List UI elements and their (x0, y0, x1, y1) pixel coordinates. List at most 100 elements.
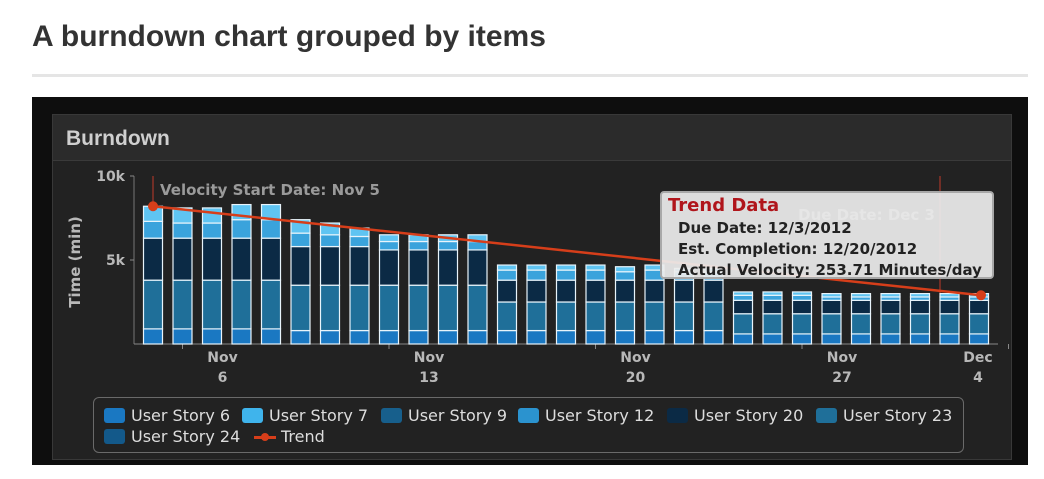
x-tick-label-month: Nov (207, 350, 237, 366)
bar-segment (732, 291, 754, 296)
bar-segment (673, 329, 695, 345)
bar-segment (614, 271, 636, 281)
bar-segment (791, 299, 813, 315)
bar-segment (821, 313, 842, 335)
legend-label-user-story-23: User Story 23 (843, 406, 953, 425)
bar-segment (644, 301, 665, 332)
bar-segment (968, 333, 990, 345)
bar-segment (939, 299, 960, 315)
bar-segment (319, 284, 341, 332)
bar-segment (437, 240, 459, 251)
bar-segment (555, 329, 577, 345)
bar-segment (526, 264, 547, 271)
legend-label-user-story-24: User Story 24 (131, 427, 241, 446)
tooltip-est-completion: Est. Completion: 12/20/2012 (678, 240, 918, 258)
bar-segment (821, 293, 842, 298)
bar-segment (909, 313, 931, 335)
bar-segment (231, 279, 252, 330)
bar-segment (201, 237, 223, 281)
bar-segment (378, 284, 400, 332)
bar-segment (526, 301, 547, 332)
bar-segment (732, 313, 754, 335)
x-tick-label-day: 20 (626, 370, 646, 386)
bar-segment (378, 329, 400, 345)
bar-segment (408, 329, 429, 345)
bar-segment (290, 232, 311, 248)
bar-segment (496, 269, 518, 281)
legend-swatch-user-story-9 (381, 408, 402, 423)
bar-segment (408, 284, 429, 332)
legend-swatch-user-story-23 (816, 408, 837, 423)
bar-segment (467, 284, 488, 332)
bar-segment (644, 329, 665, 345)
bar-segment (585, 269, 606, 281)
bar-segment (142, 220, 164, 239)
bar-segment (319, 329, 341, 345)
bar-segment (821, 299, 842, 315)
legend-swatch-user-story-12 (518, 408, 539, 423)
legend-label-trend: Trend (281, 427, 325, 446)
bar-segment (791, 313, 813, 335)
bar-segment (172, 328, 193, 345)
bar-segment (880, 293, 901, 298)
bar-segment (555, 301, 577, 332)
y-tick-label: 5k (106, 253, 126, 269)
bar-segment (260, 328, 282, 345)
bar-segment (260, 219, 282, 239)
bar-segment (526, 269, 547, 281)
bar-segment (939, 333, 960, 345)
bar-segment (201, 328, 223, 345)
legend-swatch-user-story-6 (104, 408, 125, 423)
bar-segment (850, 299, 872, 315)
bar-segment (172, 237, 193, 281)
bar-segment (791, 294, 813, 301)
trend-start-point (148, 201, 158, 212)
bar-segment (378, 240, 400, 251)
bar-segment (850, 313, 872, 335)
x-tick-label-month: Dec (963, 350, 992, 366)
bar-segment (555, 264, 577, 271)
bar-segment (349, 284, 370, 332)
bar-segment (437, 329, 459, 345)
x-tick-label-month: Nov (827, 350, 857, 366)
bar-segment (437, 284, 459, 332)
bar-segment (201, 207, 223, 224)
bar-segment (762, 313, 783, 335)
bar-segment (909, 333, 931, 345)
bar-segment (880, 313, 901, 335)
trend-end-point (976, 290, 986, 301)
x-tick-label-day: 13 (419, 370, 438, 386)
annotation-label: Velocity Start Date: Nov 5 (160, 181, 380, 199)
bar-segment (791, 291, 813, 296)
bar-segment (349, 245, 370, 286)
bar-segment (703, 329, 724, 345)
bar-segment (762, 333, 783, 345)
bar-segment (349, 329, 370, 345)
bar-segment (732, 294, 754, 301)
bar-segment (496, 264, 518, 271)
bar-segment (880, 299, 901, 315)
tooltip-actual-velocity: Actual Velocity: 253.71 Minutes/day (678, 261, 982, 279)
bar-segment (142, 237, 164, 281)
bar-segment (968, 313, 990, 335)
bar-segment (349, 235, 370, 248)
bar-segment (939, 313, 960, 335)
x-tick-label-day: 27 (832, 370, 851, 386)
bar-segment (319, 245, 341, 286)
y-tick-label: 10k (96, 169, 125, 185)
bar-segment (644, 279, 665, 303)
bar-segment (732, 299, 754, 315)
bar-segment (614, 279, 636, 303)
bar-segment (673, 279, 695, 303)
bar-segment (762, 294, 783, 301)
bar-segment (526, 329, 547, 345)
bar-segment (791, 333, 813, 345)
bar-segment (703, 301, 724, 332)
bar-segment (555, 269, 577, 281)
bar-segment (555, 279, 577, 303)
bar-segment (585, 301, 606, 332)
x-tick-label-day: 6 (218, 370, 228, 386)
tooltip-title: Trend Data (668, 195, 780, 216)
bar-segment (614, 301, 636, 332)
bar-segment (496, 301, 518, 332)
